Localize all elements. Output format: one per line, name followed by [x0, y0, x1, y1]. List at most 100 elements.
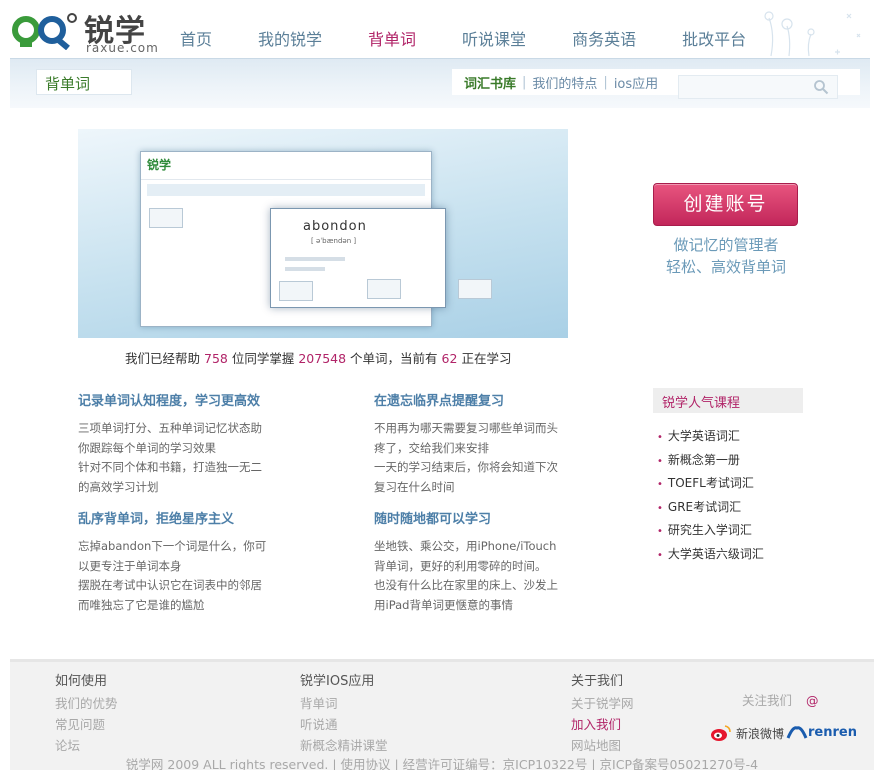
nav-listening[interactable]: 听说课堂 — [462, 26, 526, 50]
weibo-label: 新浪微博 — [736, 726, 785, 741]
footer-column-howto: 如何使用 我们的优势 常见问题 论坛 — [55, 670, 118, 756]
feature-line: 不用再为哪天需要复习哪些单词而头 — [374, 421, 558, 435]
feature-line: 以更专注于单词本身 — [78, 558, 182, 573]
footer-column-ios: 锐学IOS应用 背单词 听说通 新概念精讲课堂 — [300, 670, 388, 756]
course-link[interactable]: GRE考试词汇 — [653, 498, 803, 522]
follow-us: 关注我们 @ — [742, 690, 819, 709]
follow-at-icon: @ — [806, 693, 819, 708]
footer-link[interactable]: 我们的优势 — [55, 693, 118, 714]
floral-decoration-icon — [764, 11, 861, 57]
feature-line: 忘掉abandon下一个词是什么，你可 — [78, 539, 267, 553]
section-title: 背单词 — [36, 69, 132, 95]
course-link[interactable]: 大学英语六级词汇 — [653, 545, 803, 569]
tab-separator: | — [522, 74, 527, 90]
course-link[interactable]: TOEFL考试词汇 — [653, 474, 803, 498]
feature-line: 的高效学习计划 — [78, 479, 159, 494]
tab-vocab-library[interactable]: 词汇书库 — [464, 73, 516, 92]
section-bar: 背单词 词汇书库 | 我们的特点 | ios应用 — [10, 58, 870, 108]
footer-link[interactable]: 新概念精讲课堂 — [300, 735, 388, 756]
tab-ios-app[interactable]: ios应用 — [614, 73, 658, 92]
tagline-line: 做记忆的管理者 — [673, 236, 779, 254]
footer-link[interactable]: 论坛 — [55, 735, 118, 756]
search-icon[interactable] — [813, 79, 829, 95]
tab-features[interactable]: 我们的特点 — [532, 73, 597, 92]
main-nav: 首页 我的锐学 背单词 听说课堂 商务英语 批改平台 — [180, 26, 792, 50]
site-logo[interactable]: 锐学 raxue.com — [10, 6, 170, 56]
feature-title: 随时随地都可以学习 — [374, 512, 492, 527]
feature-line: 疼了，交给我们来安排 — [374, 440, 489, 455]
feature-line: 背单词，更好的利用零碎的时间。 — [374, 558, 547, 573]
popular-course-list: 大学英语词汇 新概念第一册 TOEFL考试词汇 GRE考试词汇 研究生入学词汇 … — [653, 427, 803, 568]
nav-home[interactable]: 首页 — [180, 26, 212, 50]
footer-column-about: 关于我们 关于锐学网 加入我们 网站地图 — [571, 670, 634, 756]
nav-vocabulary[interactable]: 背单词 — [368, 26, 416, 50]
stats-text: 正在学习 — [461, 351, 512, 366]
feature-block: 在遗忘临界点提醒复习 不用再为哪天需要复习哪些单词而头 疼了，交给我们来安排 一… — [374, 390, 584, 497]
feature-block: 记录单词认知程度，学习更高效 三项单词打分、五种单词记忆状态助 你跟踪每个单词的… — [78, 390, 288, 497]
tab-separator: | — [603, 74, 608, 90]
feature-line: 也没有什么比在家里的床上、沙发上 — [374, 578, 558, 592]
course-link[interactable]: 研究生入学词汇 — [653, 521, 803, 545]
feature-line: 复习在什么时间 — [374, 479, 455, 494]
feature-line: 针对不同个体和书籍，打造独一无二 — [78, 460, 262, 474]
preview-nav — [147, 184, 425, 196]
search-input[interactable] — [678, 75, 838, 99]
footer-link[interactable]: 网站地图 — [571, 735, 634, 756]
footer-link[interactable]: 听说通 — [300, 714, 388, 735]
preview-header: 锐学 — [141, 152, 431, 180]
course-link[interactable]: 新概念第一册 — [653, 451, 803, 475]
preview-thumb — [458, 279, 492, 299]
feature-line: 你跟踪每个单词的学习效果 — [78, 440, 216, 455]
renren-link[interactable]: renren — [786, 724, 857, 740]
preview-thumb — [367, 279, 401, 299]
feature-line: 坐地铁、乘公交，用iPhone/iTouch — [374, 539, 557, 553]
weibo-link[interactable]: 新浪微博 — [710, 724, 784, 742]
feature-block: 乱序背单词，拒绝星序主义 忘掉abandon下一个词是什么，你可 以更专注于单词… — [78, 508, 288, 615]
preview-word: abondon — [303, 219, 367, 234]
footer-column-title: 锐学IOS应用 — [300, 674, 375, 689]
preview-thumb — [149, 208, 183, 228]
hero-preview-image: 锐学 abondon [ əˈbændən ] — [78, 129, 568, 338]
footer-column-title: 如何使用 — [55, 674, 108, 689]
stats-text: 我们已经帮助 — [125, 351, 201, 366]
footer-column-title: 关于我们 — [571, 674, 624, 689]
stats-text: 个单词，当前有 — [350, 351, 438, 366]
weibo-icon — [711, 725, 731, 741]
preview-line — [285, 257, 345, 261]
stats-users-count: 758 — [204, 351, 228, 366]
nav-business-english[interactable]: 商务英语 — [572, 26, 636, 50]
feature-title: 在遗忘临界点提醒复习 — [374, 394, 505, 409]
feature-line: 三项单词打分、五种单词记忆状态助 — [78, 421, 262, 435]
feature-line: 一天的学习结束后，你将会知道下次 — [374, 460, 558, 474]
preview-word-card: abondon [ əˈbændən ] — [270, 208, 446, 308]
preview-phonetic: [ əˈbændən ] — [311, 237, 357, 245]
footer-link-join-us[interactable]: 加入我们 — [571, 714, 634, 735]
renren-icon — [786, 726, 808, 739]
course-link[interactable]: 大学英语词汇 — [653, 427, 803, 451]
create-account-button[interactable]: 创建账号 — [653, 183, 798, 226]
logo-domain: raxue.com — [86, 41, 159, 55]
nav-grading[interactable]: 批改平台 — [682, 26, 746, 50]
preview-logo: 锐学 — [147, 158, 172, 172]
logo-mark-icon — [12, 13, 77, 50]
copyright: 锐学网 2009 ALL rights reserved. | 使用协议 | 经… — [125, 757, 759, 770]
preview-line — [285, 267, 325, 271]
tagline-line: 轻松、高效背单词 — [665, 258, 786, 276]
site-footer: 如何使用 我们的优势 常见问题 论坛 锐学IOS应用 背单词 听说通 新概念精讲… — [10, 659, 874, 770]
tagline: 做记忆的管理者 轻松、高效背单词 — [640, 234, 812, 278]
stats-online-count: 62 — [441, 351, 458, 366]
nav-my-raxue[interactable]: 我的锐学 — [258, 26, 322, 50]
feature-line: 摆脱在考试中认识它在词表中的邻居 — [78, 578, 262, 592]
footer-link[interactable]: 背单词 — [300, 693, 388, 714]
footer-link[interactable]: 常见问题 — [55, 714, 118, 735]
renren-label: renren — [808, 724, 857, 740]
feature-line: 而唯独忘了它是谁的尴尬 — [78, 597, 205, 612]
feature-title: 记录单词认知程度，学习更高效 — [78, 394, 261, 409]
learning-stats: 我们已经帮助 758 位同学掌握 207548 个单词，当前有 62 正在学习 — [125, 348, 511, 367]
footer-link[interactable]: 关于锐学网 — [571, 693, 634, 714]
popular-courses: 锐学人气课程 大学英语词汇 新概念第一册 TOEFL考试词汇 GRE考试词汇 研… — [653, 388, 803, 568]
follow-us-label: 关注我们 — [742, 693, 793, 708]
feature-title: 乱序背单词，拒绝星序主义 — [78, 512, 235, 527]
feature-block: 随时随地都可以学习 坐地铁、乘公交，用iPhone/iTouch 背单词，更好的… — [374, 508, 584, 615]
preview-thumb — [279, 281, 313, 301]
